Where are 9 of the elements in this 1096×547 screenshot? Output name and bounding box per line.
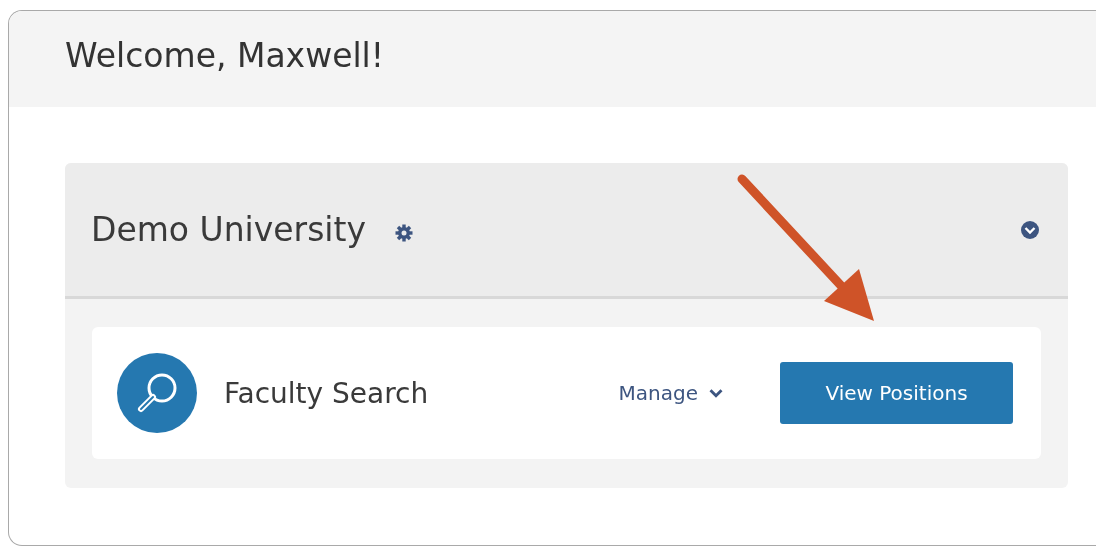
collapse-toggle-icon[interactable] [1020,219,1040,240]
view-positions-button[interactable]: View Positions [780,362,1013,424]
chevron-down-icon [708,387,724,399]
page-title: Welcome, Maxwell! [65,35,384,75]
settings-icon[interactable] [394,222,414,243]
product-name: Faculty Search [224,376,429,410]
organization-name: Demo University [91,210,366,249]
manage-dropdown[interactable]: Manage [618,381,724,405]
magnifier-icon [117,353,197,433]
